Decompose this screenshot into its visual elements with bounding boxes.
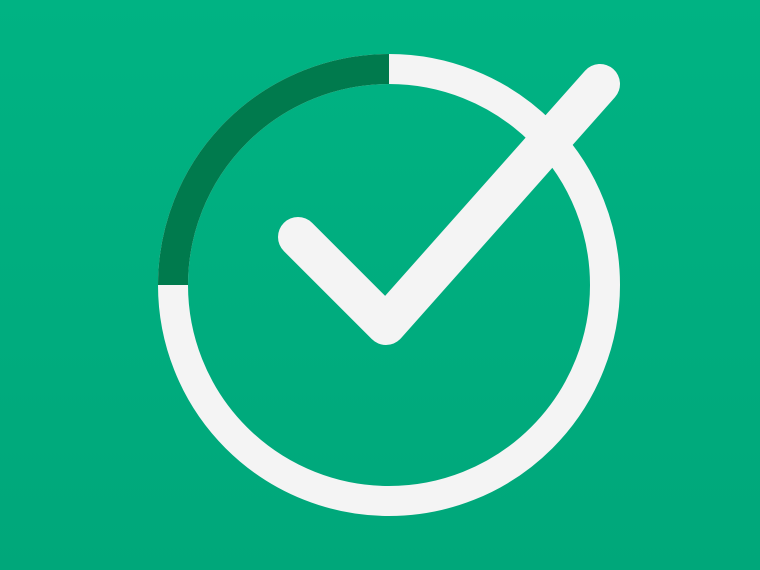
app-icon-background	[0, 0, 760, 570]
ring-progress-arc	[158, 54, 390, 286]
checkmark-in-circle-icon	[158, 54, 620, 516]
checkmark	[278, 64, 620, 345]
